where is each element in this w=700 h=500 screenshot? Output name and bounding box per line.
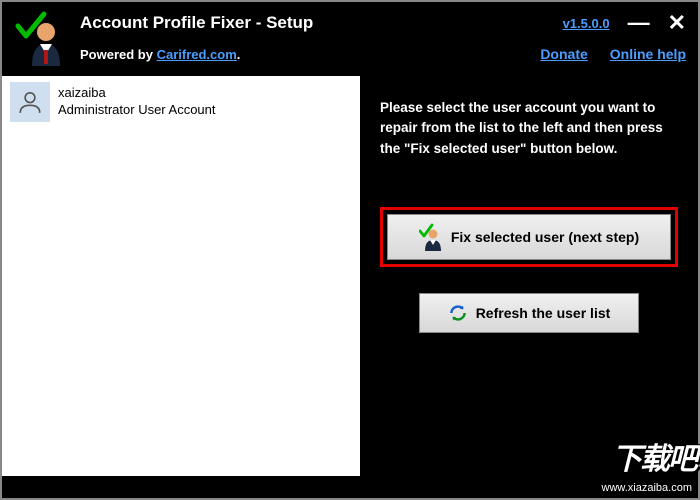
instruction-text: Please select the user account you want … bbox=[380, 98, 678, 159]
powered-by: Powered by Carifred.com. bbox=[80, 47, 240, 62]
carifred-link[interactable]: Carifred.com bbox=[157, 47, 237, 62]
user-list[interactable]: xaizaiba Administrator User Account bbox=[2, 76, 360, 476]
app-logo-icon bbox=[14, 10, 70, 66]
refresh-user-list-button[interactable]: Refresh the user list bbox=[419, 293, 639, 333]
user-type: Administrator User Account bbox=[58, 102, 216, 119]
action-panel: Please select the user account you want … bbox=[360, 76, 698, 476]
watermark-url: www.xiazaiba.com bbox=[598, 481, 696, 495]
refresh-button-label: Refresh the user list bbox=[476, 305, 611, 321]
app-title: Account Profile Fixer - Setup bbox=[80, 13, 313, 33]
minimize-button[interactable]: — bbox=[628, 18, 650, 28]
user-avatar-icon bbox=[10, 82, 50, 122]
donate-link[interactable]: Donate bbox=[540, 46, 587, 62]
help-link[interactable]: Online help bbox=[610, 46, 686, 62]
fix-button-label: Fix selected user (next step) bbox=[451, 229, 639, 245]
user-list-item[interactable]: xaizaiba Administrator User Account bbox=[2, 76, 360, 128]
fix-selected-user-button[interactable]: Fix selected user (next step) bbox=[387, 214, 671, 260]
user-check-icon bbox=[419, 223, 443, 251]
version-link[interactable]: v1.5.0.0 bbox=[563, 16, 610, 31]
refresh-icon bbox=[448, 303, 468, 323]
close-button[interactable]: ✕ bbox=[668, 10, 686, 36]
user-name: xaizaiba bbox=[58, 85, 216, 102]
fix-button-highlight: Fix selected user (next step) bbox=[380, 207, 678, 267]
